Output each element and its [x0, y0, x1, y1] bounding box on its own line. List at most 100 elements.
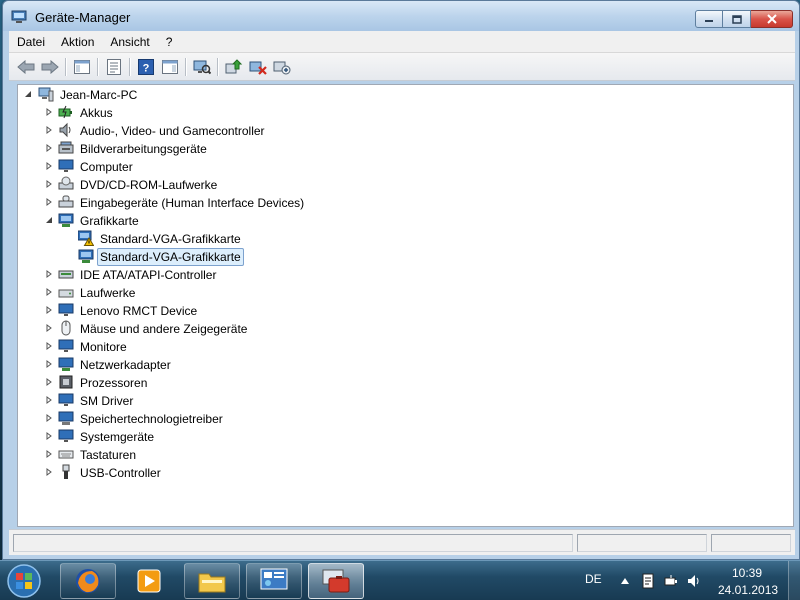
- tree-category-label[interactable]: Bildverarbeitungsgeräte: [78, 141, 209, 157]
- taskbar-media-player[interactable]: [121, 563, 177, 599]
- tree-device-label-selected[interactable]: Standard-VGA-Grafikkarte: [97, 248, 244, 266]
- tree-category-label[interactable]: Speichertechnologietreiber: [78, 411, 225, 427]
- start-button[interactable]: [4, 562, 48, 600]
- media-player-icon: [137, 569, 161, 593]
- tree-category-label[interactable]: Monitore: [78, 339, 129, 355]
- tree-collapsed-arrow-icon: [46, 288, 52, 296]
- device-manager-taskbar-icon: [322, 569, 350, 593]
- menu-ansicht[interactable]: Ansicht: [102, 32, 157, 52]
- expander-closed[interactable]: [45, 432, 53, 440]
- expander-closed[interactable]: [45, 270, 53, 278]
- device-tree[interactable]: Jean-Marc-PC Akkus Audio-, Video- und Ga…: [17, 84, 794, 527]
- update-driver-button[interactable]: [223, 56, 245, 78]
- help-button[interactable]: ?: [135, 56, 157, 78]
- expander-closed[interactable]: [45, 288, 53, 296]
- expander-closed[interactable]: [45, 360, 53, 368]
- title-bar[interactable]: Geräte-Manager: [3, 1, 799, 31]
- tree-category-label[interactable]: Systemgeräte: [78, 429, 156, 445]
- uninstall-device-button[interactable]: [271, 56, 293, 78]
- menu-aktion[interactable]: Aktion: [53, 32, 102, 52]
- tree-device-label[interactable]: Standard-VGA-Grafikkarte: [98, 231, 243, 247]
- tree-category-label[interactable]: Eingabegeräte (Human Interface Devices): [78, 195, 306, 211]
- forward-button[interactable]: [39, 56, 61, 78]
- expander-closed[interactable]: [45, 180, 53, 188]
- taskbar-device-manager[interactable]: [308, 563, 364, 599]
- clock-date[interactable]: 24.01.2013: [718, 583, 778, 597]
- tree-category-label[interactable]: Mäuse und andere Zeigegeräte: [78, 321, 249, 337]
- taskbar-control-panel[interactable]: [246, 563, 302, 599]
- tree-category-label[interactable]: Computer: [78, 159, 135, 175]
- tree-category-label[interactable]: Laufwerke: [78, 285, 137, 301]
- maximize-button[interactable]: [723, 10, 751, 28]
- tree-category-label[interactable]: DVD/CD-ROM-Laufwerke: [78, 177, 219, 193]
- tree-collapsed-arrow-icon: [46, 360, 52, 368]
- expander-closed[interactable]: [45, 378, 53, 386]
- menu-datei[interactable]: Datei: [9, 32, 53, 52]
- tree-category-label[interactable]: Netzwerkadapter: [78, 357, 173, 373]
- forward-icon: [41, 60, 59, 74]
- expander-closed[interactable]: [45, 306, 53, 314]
- minimize-button[interactable]: [695, 10, 723, 28]
- close-button[interactable]: [751, 10, 793, 28]
- windows-start-orb-icon: [7, 564, 41, 598]
- tree-category-label[interactable]: SM Driver: [78, 393, 135, 409]
- imaging-device-icon: [58, 141, 74, 154]
- volume-icon[interactable]: [686, 573, 702, 589]
- tree-root-label[interactable]: Jean-Marc-PC: [58, 87, 139, 103]
- window-title: Geräte-Manager: [35, 10, 131, 25]
- expander-closed[interactable]: [45, 162, 53, 170]
- tree-collapsed-arrow-icon: [46, 396, 52, 404]
- menu-help[interactable]: ?: [158, 32, 181, 52]
- ide-controller-icon: [58, 270, 74, 279]
- tree-category-label[interactable]: Akkus: [78, 105, 115, 121]
- tree-category-label[interactable]: Lenovo RMCT Device: [78, 303, 199, 319]
- display-adapter-warning-icon: [78, 230, 94, 246]
- expander-closed[interactable]: [45, 414, 53, 422]
- expander-closed[interactable]: [45, 450, 53, 458]
- action-pane-icon: [162, 60, 178, 74]
- toolbar-separator: [65, 58, 66, 76]
- clock-time[interactable]: 10:39: [732, 566, 762, 580]
- power-icon[interactable]: [663, 573, 679, 589]
- tree-category-label[interactable]: Prozessoren: [78, 375, 149, 391]
- tree-category-label[interactable]: Audio-, Video- und Gamecontroller: [78, 123, 267, 139]
- device-manager-app-icon: [11, 10, 27, 23]
- taskbar-firefox[interactable]: [60, 563, 116, 599]
- tree-collapsed-arrow-icon: [46, 180, 52, 188]
- tree-collapsed-arrow-icon: [46, 270, 52, 278]
- expander-open[interactable]: [45, 216, 53, 224]
- taskbar-explorer[interactable]: [184, 563, 240, 599]
- tree-collapsed-arrow-icon: [46, 198, 52, 206]
- usb-icon: [62, 464, 70, 479]
- tree-collapsed-arrow-icon: [46, 468, 52, 476]
- expander-closed[interactable]: [45, 108, 53, 116]
- show-desktop-button[interactable]: [788, 561, 800, 600]
- language-indicator[interactable]: DE: [585, 572, 602, 586]
- expander-closed[interactable]: [45, 144, 53, 152]
- close-icon: [766, 14, 777, 24]
- action-pane-button[interactable]: [159, 56, 181, 78]
- tree-category-label[interactable]: Grafikkarte: [78, 213, 141, 229]
- tree-category-label[interactable]: IDE ATA/ATAPI-Controller: [78, 267, 218, 283]
- expander-open[interactable]: [24, 90, 32, 98]
- expander-closed[interactable]: [45, 468, 53, 476]
- scan-hardware-button[interactable]: [191, 56, 213, 78]
- expander-closed[interactable]: [45, 198, 53, 206]
- expander-closed[interactable]: [45, 324, 53, 332]
- computer-icon: [38, 87, 54, 102]
- expander-closed[interactable]: [45, 342, 53, 350]
- storage-driver-icon: [58, 411, 74, 425]
- disable-device-icon: [249, 61, 267, 75]
- properties-button[interactable]: [103, 56, 125, 78]
- tree-category-label[interactable]: USB-Controller: [78, 465, 163, 481]
- console-tree-button[interactable]: [71, 56, 93, 78]
- status-cell-secondary: [577, 534, 707, 552]
- action-center-icon[interactable]: [640, 573, 656, 589]
- toolbar: ?: [9, 53, 795, 81]
- tray-expand-icon[interactable]: [617, 573, 633, 589]
- expander-closed[interactable]: [45, 396, 53, 404]
- expander-closed[interactable]: [45, 126, 53, 134]
- tree-category-label[interactable]: Tastaturen: [78, 447, 138, 463]
- disable-device-button[interactable]: [247, 56, 269, 78]
- back-button[interactable]: [15, 56, 37, 78]
